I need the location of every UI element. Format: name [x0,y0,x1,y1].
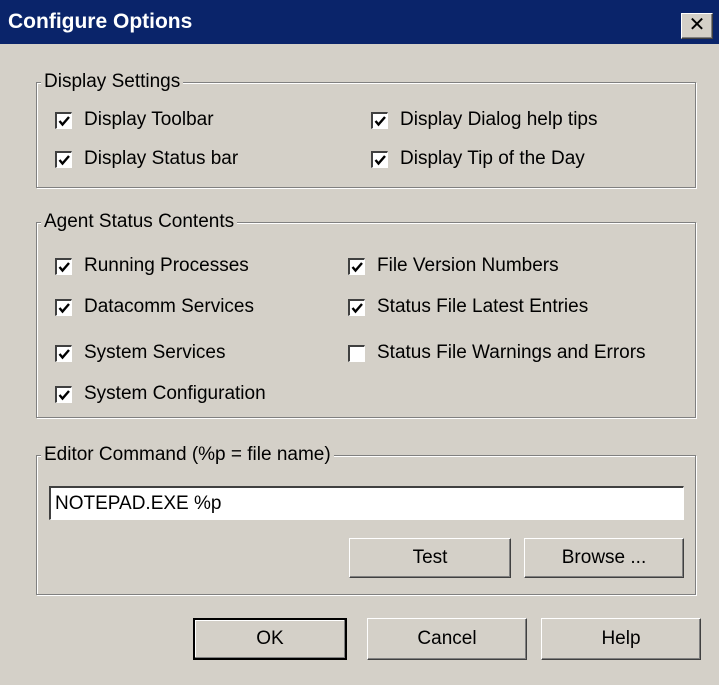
running-processes-checkbox[interactable]: Running Processes [55,255,249,277]
checkbox-label: Running Processes [84,255,249,276]
checkmark-icon [55,257,72,275]
checkbox-label: System Configuration [84,383,266,404]
window-title: Configure Options [8,10,193,33]
close-icon: ✕ [688,14,706,36]
title-bar: Configure Options ✕ [0,0,719,44]
editor-command-input[interactable] [49,486,684,520]
system-configuration-checkbox[interactable]: System Configuration [55,383,266,405]
checkbox-label: Display Dialog help tips [400,109,598,130]
status-file-latest-entries-checkbox[interactable]: Status File Latest Entries [348,296,588,318]
cancel-button-label: Cancel [417,628,477,649]
ok-button[interactable]: OK [193,618,347,660]
checkbox-label: Display Toolbar [84,109,214,130]
editor-command-label: Editor Command (%p = file name) [41,443,334,467]
display-dialog-help-tips-checkbox[interactable]: Display Dialog help tips [371,109,598,131]
checkbox-label: Display Tip of the Day [400,148,585,169]
checkmark-icon [55,111,72,129]
browse-button[interactable]: Browse ... [524,538,684,578]
checkmark-icon [348,298,365,316]
cancel-button[interactable]: Cancel [367,618,527,660]
test-button[interactable]: Test [349,538,511,578]
help-button-label: Help [601,628,641,649]
checkmark-icon [55,385,72,403]
checkmark-icon [55,150,72,168]
agent-status-label: Agent Status Contents [41,210,238,234]
checkmark-icon [348,257,365,275]
checkbox-label: Datacomm Services [84,296,254,317]
display-settings-label: Display Settings [41,70,184,94]
status-file-warnings-checkbox[interactable]: Status File Warnings and Errors [348,342,646,364]
checkmark-icon [55,298,72,316]
file-version-numbers-checkbox[interactable]: File Version Numbers [348,255,559,277]
help-button[interactable]: Help [541,618,701,660]
display-settings-group: Display Settings [36,70,696,188]
test-button-label: Test [412,547,448,568]
configure-options-dialog: Configure Options ✕ Display Settings Dis… [0,0,719,685]
checkmark-icon [348,344,365,362]
datacomm-services-checkbox[interactable]: Datacomm Services [55,296,254,318]
browse-button-label: Browse ... [561,547,647,568]
checkbox-label: System Services [84,342,226,363]
ok-button-label: OK [256,628,284,649]
checkmark-icon [371,111,388,129]
checkbox-label: File Version Numbers [377,255,559,276]
checkbox-label: Display Status bar [84,148,239,169]
display-tip-of-day-checkbox[interactable]: Display Tip of the Day [371,148,585,170]
system-services-checkbox[interactable]: System Services [55,342,225,364]
checkmark-icon [55,344,72,362]
close-button[interactable]: ✕ [681,13,713,39]
checkbox-label: Status File Latest Entries [377,296,589,317]
checkmark-icon [371,150,388,168]
display-toolbar-checkbox[interactable]: Display Toolbar [55,109,214,131]
display-status-bar-checkbox[interactable]: Display Status bar [55,148,238,170]
checkbox-label: Status File Warnings and Errors [377,342,646,363]
